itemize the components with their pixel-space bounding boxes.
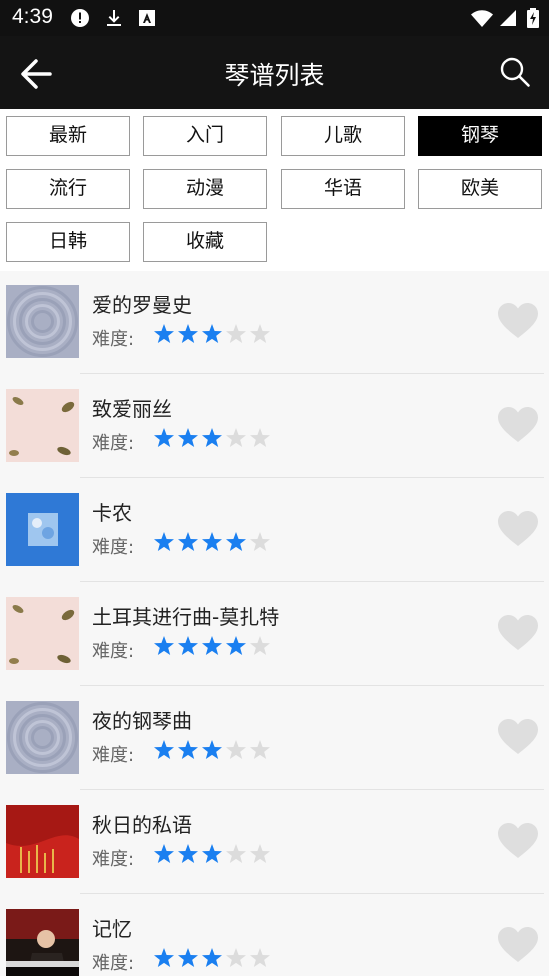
star-filled-icon bbox=[202, 948, 222, 967]
star-empty-icon bbox=[250, 324, 270, 343]
favorite-heart-icon[interactable] bbox=[497, 822, 539, 860]
song-title: 土耳其进行曲-莫扎特 bbox=[92, 605, 280, 629]
row-divider bbox=[80, 789, 544, 790]
album-cover bbox=[6, 909, 79, 976]
song-row[interactable]: 夜的钢琴曲难度: bbox=[0, 687, 549, 790]
download-icon bbox=[107, 10, 121, 26]
difficulty-label: 难度: bbox=[92, 849, 135, 870]
page-title: 琴谱列表 bbox=[224, 61, 325, 90]
star-filled-icon bbox=[202, 844, 222, 863]
search-icon[interactable] bbox=[499, 56, 531, 88]
song-title: 夜的钢琴曲 bbox=[92, 709, 192, 733]
star-empty-icon bbox=[226, 428, 246, 447]
category-latest[interactable]: 最新 bbox=[6, 116, 130, 156]
star-empty-icon bbox=[250, 740, 270, 759]
star-filled-icon bbox=[178, 636, 198, 655]
difficulty-label: 难度: bbox=[92, 433, 135, 454]
difficulty-label: 难度: bbox=[92, 641, 135, 662]
star-filled-icon bbox=[178, 740, 198, 759]
difficulty-label: 难度: bbox=[92, 745, 135, 766]
category-pop[interactable]: 流行 bbox=[6, 169, 130, 209]
song-row[interactable]: 记忆难度: bbox=[0, 895, 549, 976]
favorite-heart-icon[interactable] bbox=[497, 718, 539, 756]
row-divider bbox=[80, 685, 544, 686]
category-piano[interactable]: 钢琴 bbox=[418, 116, 542, 156]
signal-icon bbox=[500, 10, 516, 26]
category-beginner[interactable]: 入门 bbox=[143, 116, 267, 156]
category-favorites[interactable]: 收藏 bbox=[143, 222, 267, 262]
star-filled-icon bbox=[226, 636, 246, 655]
star-filled-icon bbox=[154, 428, 174, 447]
difficulty-label: 难度: bbox=[92, 953, 135, 974]
star-filled-icon bbox=[178, 948, 198, 967]
song-row[interactable]: 爱的罗曼史难度: bbox=[0, 271, 549, 374]
star-filled-icon bbox=[154, 740, 174, 759]
row-divider bbox=[80, 477, 544, 478]
app-bar: 琴谱列表 bbox=[0, 36, 549, 109]
song-row[interactable]: 土耳其进行曲-莫扎特 难度: bbox=[0, 583, 549, 686]
star-empty-icon bbox=[250, 844, 270, 863]
status-time: 4:39 bbox=[12, 5, 53, 28]
album-cover bbox=[6, 389, 79, 462]
star-empty-icon bbox=[226, 740, 246, 759]
star-filled-icon bbox=[178, 532, 198, 551]
song-title: 卡农 bbox=[92, 501, 132, 525]
star-filled-icon bbox=[202, 636, 222, 655]
category-anime[interactable]: 动漫 bbox=[143, 169, 267, 209]
star-empty-icon bbox=[226, 324, 246, 343]
category-western[interactable]: 欧美 bbox=[418, 169, 542, 209]
row-divider bbox=[80, 373, 544, 374]
star-empty-icon bbox=[250, 428, 270, 447]
star-filled-icon bbox=[178, 844, 198, 863]
star-filled-icon bbox=[154, 324, 174, 343]
wifi-icon bbox=[471, 10, 493, 27]
song-row[interactable]: 卡农难度: bbox=[0, 479, 549, 582]
category-grid: 最新 入门 儿歌 钢琴 流行 动漫 华语 欧美 日韩 收藏 bbox=[0, 109, 549, 271]
favorite-heart-icon[interactable] bbox=[497, 302, 539, 340]
category-japan-korea[interactable]: 日韩 bbox=[6, 222, 130, 262]
star-filled-icon bbox=[202, 428, 222, 447]
song-title: 致爱丽丝 bbox=[92, 397, 172, 421]
song-title: 爱的罗曼史 bbox=[92, 293, 192, 317]
row-divider bbox=[80, 893, 544, 894]
font-icon bbox=[139, 10, 155, 26]
status-bar: 4:39 bbox=[0, 0, 549, 36]
album-cover bbox=[6, 701, 79, 774]
star-filled-icon bbox=[178, 428, 198, 447]
album-cover bbox=[6, 493, 79, 566]
star-empty-icon bbox=[250, 636, 270, 655]
star-empty-icon bbox=[226, 844, 246, 863]
difficulty-label: 难度: bbox=[92, 537, 135, 558]
album-cover bbox=[6, 285, 79, 358]
star-filled-icon bbox=[154, 532, 174, 551]
song-row[interactable]: 秋日的私语难度: bbox=[0, 791, 549, 894]
favorite-heart-icon[interactable] bbox=[497, 510, 539, 548]
star-filled-icon bbox=[178, 324, 198, 343]
song-row[interactable]: 致爱丽丝难度: bbox=[0, 375, 549, 478]
album-cover bbox=[6, 805, 79, 878]
difficulty-label: 难度: bbox=[92, 329, 135, 350]
album-cover bbox=[6, 597, 79, 670]
category-kids[interactable]: 儿歌 bbox=[281, 116, 405, 156]
favorite-heart-icon[interactable] bbox=[497, 614, 539, 652]
star-filled-icon bbox=[154, 636, 174, 655]
row-divider bbox=[80, 581, 544, 582]
favorite-heart-icon[interactable] bbox=[497, 926, 539, 964]
favorite-heart-icon[interactable] bbox=[497, 406, 539, 444]
star-filled-icon bbox=[202, 532, 222, 551]
battery-charging-icon bbox=[527, 8, 539, 28]
song-title: 秋日的私语 bbox=[92, 813, 192, 837]
star-empty-icon bbox=[250, 532, 270, 551]
star-filled-icon bbox=[202, 740, 222, 759]
star-empty-icon bbox=[250, 948, 270, 967]
star-empty-icon bbox=[226, 948, 246, 967]
song-title: 记忆 bbox=[92, 917, 132, 941]
song-list: 爱的罗曼史 难度: 致爱丽丝 难度: 卡农 难度: 土耳其进行曲-莫扎特 难度: 夜的钢琴曲 难度… bbox=[0, 271, 549, 976]
star-filled-icon bbox=[226, 532, 246, 551]
alert-icon bbox=[71, 9, 89, 27]
category-chinese[interactable]: 华语 bbox=[281, 169, 405, 209]
star-filled-icon bbox=[202, 324, 222, 343]
star-filled-icon bbox=[154, 844, 174, 863]
star-filled-icon bbox=[154, 948, 174, 967]
